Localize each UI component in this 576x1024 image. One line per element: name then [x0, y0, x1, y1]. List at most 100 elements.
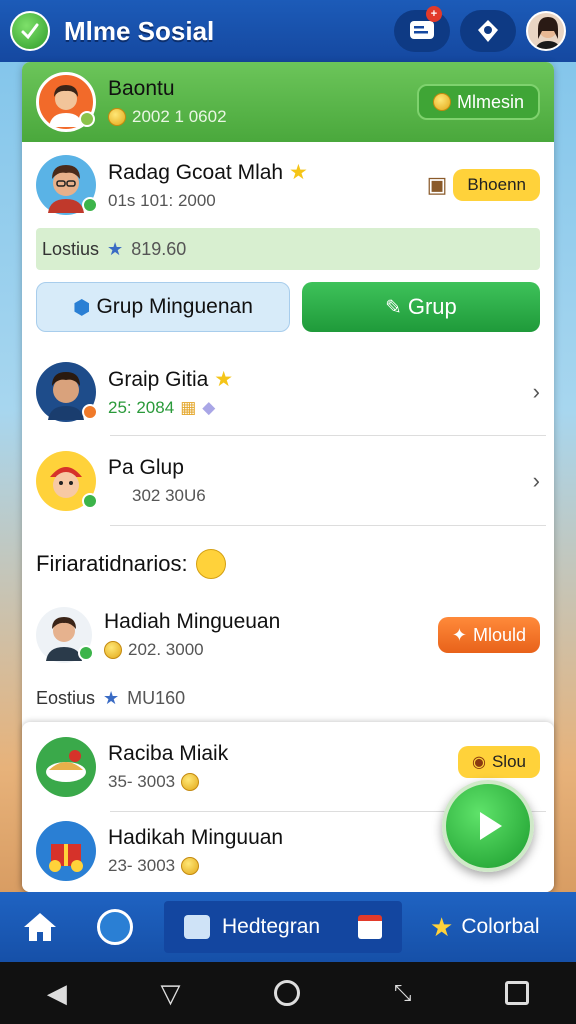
list-item-group-2[interactable]: Pa Glup 302 30U6 ›	[22, 436, 554, 526]
nav-home[interactable]	[0, 911, 80, 943]
coin-icon	[181, 857, 200, 875]
coin-icon	[432, 93, 451, 111]
bottom-nav: Hedtegran ★ Colorbal	[0, 892, 576, 962]
online-indicator	[82, 197, 98, 213]
nav-right-label: Colorbal	[461, 915, 540, 938]
online-indicator	[79, 111, 95, 127]
circle-icon: ◉	[472, 754, 486, 771]
section-title: Firiaratidnarios:	[36, 551, 188, 576]
group-name: Graip Gitia	[108, 367, 209, 391]
coin-icon	[108, 108, 126, 126]
recent-icon[interactable]: ⤡	[394, 980, 412, 1006]
stat-value: MU160	[127, 687, 186, 708]
stat-label: Eostius	[36, 687, 96, 708]
calendar-icon	[358, 915, 382, 939]
header-card: Baontu 2002 1 0602 Mlmesin	[22, 62, 554, 142]
tag-icon: ✦	[451, 624, 467, 645]
reward-item-name: Raciba Miaik	[108, 742, 229, 765]
app-logo-icon[interactable]	[10, 11, 50, 51]
profile-action-button[interactable]: Bhoenn	[453, 169, 540, 201]
edit-icon: ✎	[385, 296, 402, 319]
header-action-button[interactable]: Mlmesin	[416, 84, 540, 120]
group-actions: ⬢ Grup Minguenan ✎ Grup	[22, 270, 554, 344]
star-icon: ★	[430, 911, 454, 942]
chat-icon	[410, 21, 434, 39]
gift-icon: ▦	[180, 397, 197, 417]
online-indicator	[82, 493, 98, 509]
group-icon: ⬢	[72, 296, 91, 319]
group-sub: 25: 2084	[108, 397, 175, 417]
status-indicator	[82, 404, 98, 420]
reward-avatar	[36, 607, 94, 663]
weekly-group-button[interactable]: ⬢ Grup Minguenan	[36, 282, 290, 332]
header-action-label: Mlmesin	[456, 91, 524, 112]
app-title: Mlme Sosial	[64, 15, 215, 46]
reward-item-sub: 23- 3003	[108, 856, 176, 875]
gift-box-icon: ▣	[426, 172, 448, 197]
group-sub: 302 30U6	[132, 486, 206, 505]
star-icon: ★	[107, 238, 124, 259]
home-icon	[24, 913, 56, 941]
top-bar: Mlme Sosial +	[0, 0, 576, 62]
star-icon: ★	[288, 160, 308, 184]
section-header: Firiaratidnarios:	[22, 526, 554, 602]
reward-stat: Eostius ★ MU160	[22, 668, 554, 728]
card-icon	[184, 915, 210, 939]
star-icon: ★	[214, 367, 234, 391]
reward-sub: 202. 3000	[128, 640, 204, 659]
reward-action-label: Mlould	[472, 624, 526, 645]
profile-stat-bar: Lostius ★ 819.60	[36, 228, 540, 270]
profile-row[interactable]: Radag Gcoat Mlah ★ 01s 101: 2000 ▣ Bhoen…	[22, 142, 554, 228]
reward-item-name: Hadikah Minguuan	[108, 826, 284, 849]
reward-name: Hadiah Mingueuan	[104, 610, 281, 633]
group-name: Pa Glup	[108, 456, 184, 479]
nav-center-tab[interactable]: Hedtegran	[164, 901, 402, 953]
group-label: Grup	[407, 294, 457, 319]
header-name: Baontu	[108, 77, 175, 100]
list-item-group-1[interactable]: Graip Gitia ★ 25: 2084 ▦ ◆ ›	[22, 348, 554, 436]
nav-right-tab[interactable]: ★ Colorbal	[430, 912, 540, 943]
play-icon	[480, 812, 502, 840]
nav-center-label: Hedtegran	[222, 915, 321, 938]
user-avatar[interactable]	[526, 11, 566, 51]
coin-icon	[104, 641, 122, 659]
header-avatar[interactable]	[36, 72, 96, 132]
reward-row[interactable]: Hadiah Mingueuan 202. 3000 ✦ Mlould	[22, 602, 554, 668]
nav-explore[interactable]	[80, 909, 150, 945]
stat-label: Lostius	[42, 238, 100, 259]
gift-avatar	[36, 821, 96, 881]
group-avatar	[36, 451, 98, 511]
play-button[interactable]	[442, 780, 534, 872]
chevron-right-icon: ›	[532, 379, 540, 404]
coin-icon	[181, 773, 200, 791]
location-button[interactable]	[460, 10, 516, 52]
chevron-right-icon: ›	[532, 468, 540, 493]
reward-item-label: Slou	[491, 752, 526, 771]
smiley-icon	[195, 549, 226, 579]
home-circle-icon[interactable]	[274, 980, 301, 1006]
reward-item-sub: 35- 3003	[108, 772, 176, 791]
compass-icon	[97, 909, 133, 945]
system-nav-bar: ◀ ▽ ⤡	[0, 962, 576, 1024]
weekly-group-label: Grup Minguenan	[96, 295, 253, 318]
star-icon: ★	[103, 687, 120, 708]
messages-button[interactable]: +	[394, 6, 450, 52]
reward-action-button[interactable]: ✦ Mlould	[437, 617, 540, 653]
back-icon[interactable]: ◀	[47, 978, 67, 1009]
reward-item-button[interactable]: ◉ Slou	[458, 746, 540, 778]
group-button[interactable]: ✎ Grup	[301, 282, 540, 332]
profile-action-label: Bhoenn	[467, 175, 526, 194]
online-indicator	[78, 645, 94, 661]
profile-name: Radag Gcoat Mlah	[108, 160, 284, 184]
header-coins: 2002 1 0602	[132, 107, 227, 126]
gem-icon: ◆	[202, 397, 216, 417]
profile-avatar	[36, 155, 98, 215]
food-avatar	[36, 737, 96, 797]
location-icon	[478, 20, 498, 42]
stat-value: 819.60	[131, 238, 187, 259]
down-icon[interactable]: ▽	[161, 978, 181, 1009]
notification-badge: +	[426, 6, 442, 22]
group-avatar	[36, 362, 98, 422]
square-icon[interactable]	[505, 981, 530, 1005]
profile-sub: 01s 101: 2000	[108, 190, 216, 210]
